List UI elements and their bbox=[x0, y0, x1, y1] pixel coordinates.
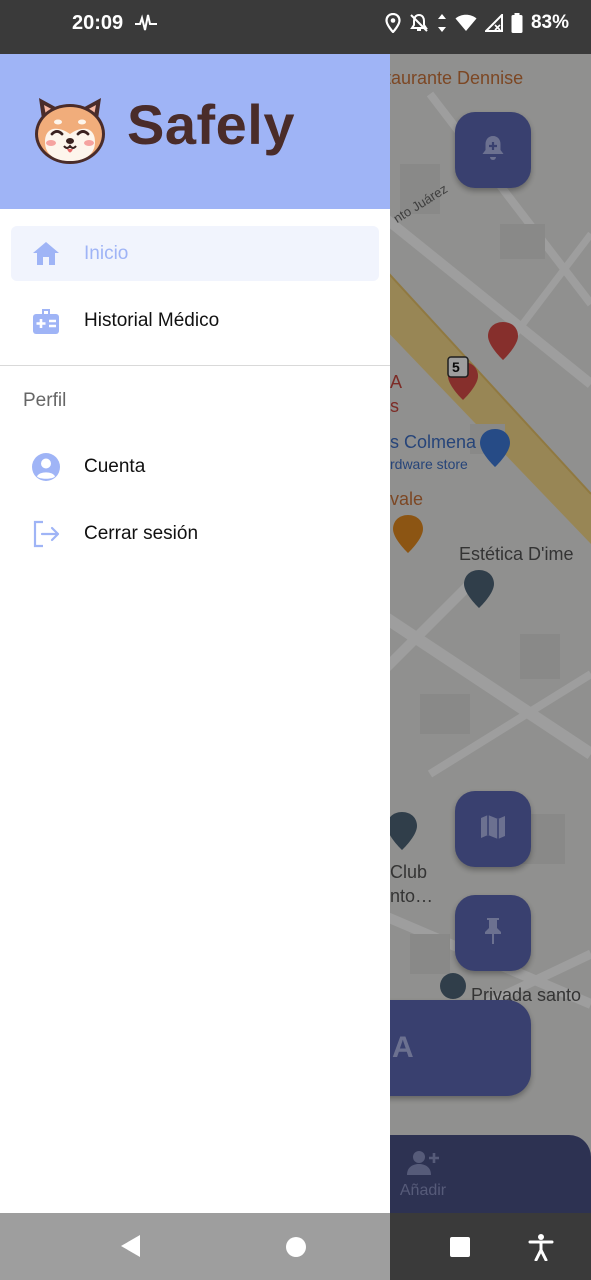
add-user-icon bbox=[405, 1151, 441, 1181]
map-label: Estética D'ime bbox=[459, 544, 574, 564]
route-shield: 5 bbox=[452, 359, 460, 375]
signal-icon bbox=[484, 14, 503, 32]
logout-icon bbox=[31, 519, 61, 549]
battery-icon bbox=[511, 13, 523, 33]
recents-button[interactable] bbox=[449, 1236, 471, 1263]
pill-label: A bbox=[392, 1031, 414, 1064]
battery-percent: 83% bbox=[530, 12, 569, 33]
brand-name: Safely bbox=[127, 93, 295, 156]
drawer-item-label: Cerrar sesión bbox=[84, 522, 199, 544]
map-label: Club bbox=[390, 862, 428, 882]
map-label: nto… bbox=[390, 886, 434, 906]
bell-plus-icon bbox=[479, 133, 507, 168]
location-icon bbox=[385, 13, 401, 33]
map-label: rdware store bbox=[390, 456, 468, 472]
data-arrows-icon bbox=[437, 13, 447, 33]
drawer-divider bbox=[0, 365, 390, 366]
pushpin-icon bbox=[481, 916, 505, 951]
drawer-item-label: Inicio bbox=[84, 242, 129, 264]
map-label: vale bbox=[390, 489, 424, 509]
drawer-item-label: Historial Médico bbox=[84, 309, 220, 331]
drawer-item-cerrar-sesion[interactable]: Cerrar sesión bbox=[11, 506, 379, 561]
heartbeat-icon bbox=[134, 13, 158, 38]
pin-fab-button[interactable] bbox=[455, 895, 531, 971]
home-button[interactable] bbox=[285, 1236, 307, 1263]
bell-off-icon bbox=[409, 13, 429, 33]
alert-fab-button[interactable] bbox=[455, 112, 531, 188]
map-label: taurante Dennise bbox=[386, 68, 524, 88]
accessibility-icon[interactable] bbox=[528, 1233, 554, 1266]
drawer-item-inicio[interactable]: Inicio bbox=[11, 226, 379, 281]
drawer-item-label: Cuenta bbox=[84, 455, 146, 477]
back-button[interactable] bbox=[118, 1233, 142, 1264]
navigation-drawer: Safely Inicio Historial Médico Perfil Cu… bbox=[0, 54, 390, 1213]
drawer-item-cuenta[interactable]: Cuenta bbox=[11, 439, 379, 494]
home-icon bbox=[31, 239, 61, 269]
wifi-icon bbox=[455, 14, 477, 32]
medical-kit-icon bbox=[31, 306, 61, 336]
map-icon bbox=[479, 813, 507, 846]
navbar-scrim bbox=[0, 1213, 390, 1280]
map-fab-button[interactable] bbox=[455, 791, 531, 867]
map-label: A bbox=[390, 372, 403, 392]
bottom-nav-add[interactable]: Añadir bbox=[388, 1149, 458, 1200]
status-time: 20:09 bbox=[72, 12, 124, 34]
drawer-item-historial-medico[interactable]: Historial Médico bbox=[11, 293, 379, 348]
map-label: s bbox=[390, 396, 399, 416]
system-navigation-bar bbox=[0, 1213, 591, 1280]
section-title-perfil: Perfil bbox=[23, 390, 67, 411]
user-circle-icon bbox=[31, 452, 61, 482]
shiba-dog-logo bbox=[31, 90, 109, 173]
drawer-header: Safely bbox=[0, 54, 390, 209]
status-bar: 20:09 83% bbox=[0, 0, 591, 54]
map-label: s Colmena bbox=[390, 432, 477, 452]
bottom-nav-add-label: Añadir bbox=[399, 1182, 447, 1199]
